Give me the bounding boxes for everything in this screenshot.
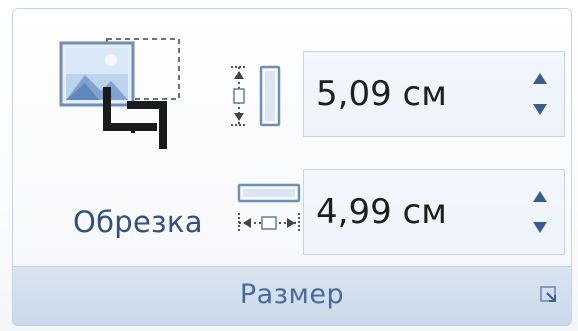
height-spinner[interactable]: 5,09 см bbox=[303, 51, 565, 137]
height-decrease-icon[interactable] bbox=[530, 100, 550, 118]
group-footer: Размер bbox=[13, 266, 571, 325]
crop-picture-icon bbox=[59, 38, 180, 149]
height-value-input[interactable]: 5,09 см bbox=[316, 74, 447, 114]
ribbon-group-size: Обрезка 5,09 см 4,99 см Размер bbox=[12, 8, 572, 326]
shape-height-icon bbox=[231, 65, 281, 127]
dialog-launcher-icon[interactable] bbox=[539, 285, 559, 305]
width-increase-icon[interactable] bbox=[530, 188, 550, 206]
width-decrease-icon[interactable] bbox=[530, 218, 550, 236]
shape-width-icon bbox=[237, 183, 301, 233]
width-value-input[interactable]: 4,99 см bbox=[316, 192, 447, 232]
size-ribbon-screenshot: Обрезка 5,09 см 4,99 см Размер bbox=[0, 0, 578, 331]
width-spinner[interactable]: 4,99 см bbox=[303, 169, 565, 255]
height-increase-icon[interactable] bbox=[530, 70, 550, 88]
group-title: Размер bbox=[239, 279, 345, 310]
crop-button-label: Обрезка bbox=[73, 205, 203, 239]
crop-button[interactable]: Обрезка bbox=[49, 33, 219, 239]
